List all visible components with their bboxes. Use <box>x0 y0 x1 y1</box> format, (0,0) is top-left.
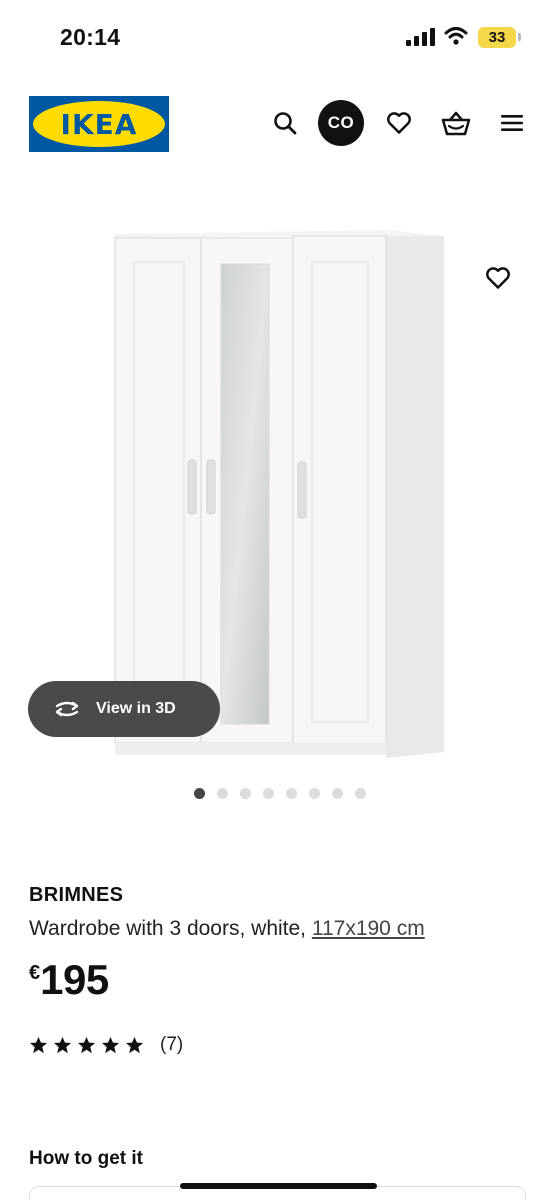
wifi-icon <box>444 27 468 45</box>
heart-icon <box>486 267 510 289</box>
account-button[interactable]: CO <box>318 100 364 146</box>
star-icon <box>29 1036 48 1053</box>
gallery-dot[interactable] <box>309 788 320 799</box>
product-measurement-link[interactable]: 117x190 cm <box>312 917 425 940</box>
rotate-3d-icon <box>55 701 79 717</box>
svg-text:IKEA: IKEA <box>61 108 138 141</box>
shopping-bag-icon <box>441 111 471 136</box>
star-icon <box>53 1036 72 1053</box>
app-header: IKEA CO <box>0 90 555 160</box>
gallery-pagination <box>0 788 555 799</box>
price-amount: 195 <box>40 956 109 1003</box>
status-time: 20:14 <box>60 24 121 50</box>
star-icon <box>101 1036 120 1053</box>
heart-icon <box>387 112 411 134</box>
save-to-favourites-button[interactable] <box>478 258 518 298</box>
ikea-logo[interactable]: IKEA <box>29 96 169 152</box>
favourites-button[interactable] <box>376 100 422 146</box>
view-in-3d-button[interactable]: View in 3D <box>28 681 220 737</box>
gallery-dot[interactable] <box>194 788 205 799</box>
gallery-dot[interactable] <box>332 788 343 799</box>
shopping-bag-button[interactable] <box>433 100 479 146</box>
gallery-dot[interactable] <box>286 788 297 799</box>
search-button[interactable] <box>262 100 308 146</box>
price-currency: € <box>29 962 41 984</box>
product-rating[interactable]: (7) <box>29 1034 183 1056</box>
product-price: € 195 <box>29 956 109 1004</box>
avatar: CO <box>318 100 364 146</box>
product-description-text: Wardrobe with 3 doors, white, <box>29 917 312 940</box>
how-to-get-it-heading: How to get it <box>29 1148 143 1169</box>
menu-button[interactable] <box>489 100 535 146</box>
battery-icon: 33 <box>478 27 516 48</box>
home-indicator[interactable] <box>180 1183 377 1189</box>
view-in-3d-label: View in 3D <box>96 700 176 717</box>
rating-stars <box>29 1036 144 1055</box>
product-description: Wardrobe with 3 doors, white, 117x190 cm <box>29 917 425 941</box>
battery-tip <box>518 33 521 41</box>
review-count: (7) <box>160 1034 184 1055</box>
search-icon <box>274 112 297 135</box>
product-gallery[interactable]: View in 3D <box>0 170 555 830</box>
product-name: BRIMNES <box>29 884 124 906</box>
gallery-dot[interactable] <box>217 788 228 799</box>
star-icon <box>125 1036 144 1053</box>
gallery-dot[interactable] <box>355 788 366 799</box>
menu-icon <box>501 115 523 131</box>
signal-icon <box>406 28 435 46</box>
star-icon <box>77 1036 96 1053</box>
gallery-dot[interactable] <box>263 788 274 799</box>
status-bar: 20:14 33 <box>0 0 555 70</box>
gallery-dot[interactable] <box>240 788 251 799</box>
